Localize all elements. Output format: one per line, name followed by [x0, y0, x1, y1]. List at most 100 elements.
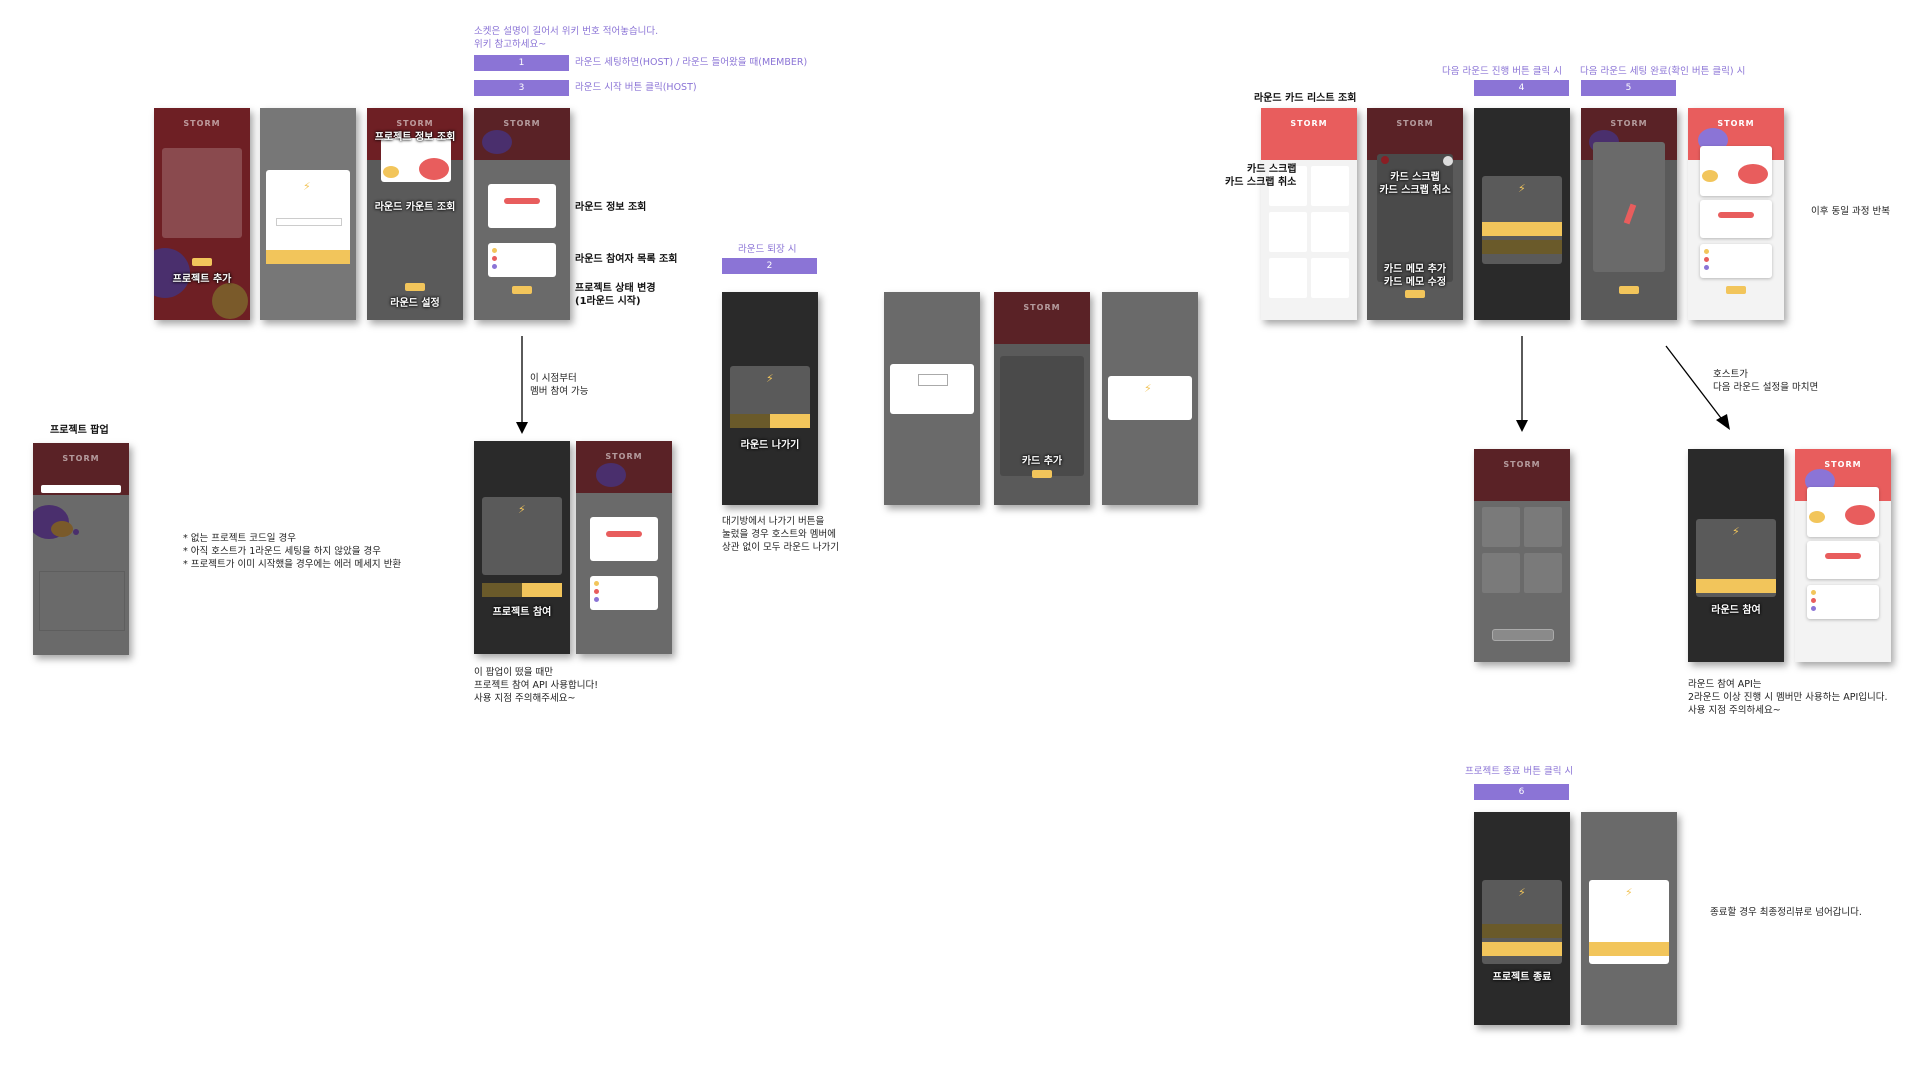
note-host-next-2: 다음 라운드 설정을 마치면	[1713, 382, 1819, 393]
label-scrap-2: 카드 스크랩 취소	[1379, 185, 1451, 196]
note-host-next-1: 호스트가	[1713, 369, 1748, 380]
bolt-icon: ⚡	[766, 372, 774, 385]
header-note-line-1: 소켓은 설명이 길어서 위키 번호 적어놓습니다.	[474, 26, 659, 37]
start-button[interactable]	[512, 286, 532, 294]
end-project-button[interactable]	[1482, 942, 1562, 956]
screen-round-waiting-member-next: STORM	[1795, 449, 1891, 662]
cancel-button[interactable]	[482, 583, 522, 597]
screen-round-waiting-next: STORM	[1688, 108, 1784, 320]
step-badge-5: 5	[1581, 80, 1676, 96]
side-label-round-info: 라운드 정보 조회	[575, 202, 647, 213]
side-label-participants: 라운드 참여자 목록 조회	[575, 254, 678, 265]
flow-arrow-down	[516, 336, 528, 434]
note-end-review: 종료할 경우 최종정리뷰로 넘어갑니다.	[1710, 907, 1862, 918]
label-round-join: 라운드 참여	[1711, 605, 1761, 616]
label-project-info: 프로젝트 정보 조회	[374, 132, 456, 143]
confirm-button[interactable]	[522, 583, 562, 597]
bolt-icon: ⚡	[1518, 886, 1526, 899]
screen-round-waiting-member: STORM	[576, 441, 672, 654]
step-title-5: 다음 라운드 세팅 완료(확인 버튼 클릭) 시	[1580, 66, 1746, 77]
step-badge-2: 2	[722, 258, 817, 274]
screen-card-add: STORM 카드 추가	[994, 292, 1090, 505]
bolt-icon: ⚡	[303, 180, 311, 193]
confirm-button[interactable]	[266, 250, 350, 264]
label-project-join: 프로젝트 참여	[492, 607, 552, 618]
note-leave-3: 상관 없이 모두 라운드 나가기	[722, 542, 839, 553]
add-button[interactable]	[192, 258, 212, 266]
confirm-button[interactable]	[1619, 286, 1639, 294]
bolt-icon: ⚡	[1732, 525, 1740, 538]
step-title-2: 라운드 퇴장 시	[738, 244, 797, 255]
screen-card-add-modal	[884, 292, 980, 505]
header-note-line-2: 위키 참고하세요~	[474, 39, 547, 50]
note-join-api-2: 프로젝트 참여 API 사용합니다!	[474, 680, 599, 691]
label-card-add: 카드 추가	[1021, 456, 1063, 467]
screen-project-add: STORM 프로젝트 추가	[154, 108, 250, 320]
step-label-3: 라운드 시작 버튼 클릭(HOST)	[575, 82, 697, 93]
confirm-button[interactable]	[1589, 942, 1669, 956]
screen-round-leave: ⚡ 라운드 나가기	[722, 292, 818, 505]
step-badge-6: 6	[1474, 784, 1569, 800]
end-project-button[interactable]	[1482, 240, 1562, 254]
note-round-join-api-2: 2라운드 이상 진행 시 멤버만 사용하는 API입니다.	[1688, 692, 1888, 703]
screen-project-end: ⚡ 프로젝트 종료	[1474, 812, 1570, 1025]
label-project-end: 프로젝트 종료	[1492, 972, 1552, 983]
note-join-api-1: 이 팝업이 떴을 때만	[474, 667, 553, 678]
toast	[1492, 629, 1554, 641]
screen-project-add-modal: ⚡	[260, 108, 356, 320]
scrap-label-left-2: 카드 스크랩 취소	[1225, 177, 1297, 188]
add-button[interactable]	[1032, 470, 1052, 478]
label-round-leave: 라운드 나가기	[740, 440, 800, 451]
label-round-setting: 라운드 설정	[390, 298, 440, 309]
label-round-count: 라운드 카운트 조회	[374, 202, 456, 213]
scrap-label-left-1: 카드 스크랩	[1247, 164, 1297, 175]
note-error-3: * 프로젝트가 이미 시작했을 경우에는 에러 메세지 반환	[183, 559, 402, 570]
side-label-status-change: 프로젝트 상태 변경	[575, 283, 656, 294]
label-project-add: 프로젝트 추가	[172, 274, 232, 285]
note-leave-2: 눌렀을 경우 호스트와 멤버에	[722, 529, 836, 540]
side-label-card-list: 라운드 카드 리스트 조회	[1254, 93, 1357, 104]
step-badge-3: 3	[474, 80, 569, 96]
step-badge-1: 1	[474, 55, 569, 71]
app-logo: STORM	[183, 119, 221, 128]
confirm-button[interactable]	[770, 414, 810, 428]
label-memo-2: 카드 메모 수정	[1383, 277, 1447, 288]
save-button[interactable]	[1405, 290, 1425, 298]
next-round-button[interactable]	[1482, 222, 1562, 236]
note-error-1: * 없는 프로젝트 코드일 경우	[183, 533, 296, 544]
note-member-join-2: 멤버 참여 가능	[530, 386, 589, 397]
note-round-join-api-1: 라운드 참여 API는	[1688, 679, 1762, 690]
screen-project-join: ⚡ 프로젝트 참여	[474, 441, 570, 654]
flow-arrow-down-next	[1516, 336, 1528, 432]
screen-next-round-setting: STORM	[1581, 108, 1677, 320]
screen-card-list: STORM	[1261, 108, 1357, 320]
screen-card-list-dimmed: STORM	[1474, 449, 1570, 662]
bolt-icon: ⚡	[1625, 886, 1633, 899]
side-label-project-popup: 프로젝트 팝업	[50, 425, 109, 436]
bolt-icon: ⚡	[518, 503, 526, 516]
join-button[interactable]	[1696, 579, 1776, 593]
cancel-button[interactable]	[730, 414, 770, 428]
project-code-input[interactable]	[41, 485, 121, 493]
confirm-button[interactable]	[405, 283, 425, 291]
screen-card-add-done: ⚡	[1102, 292, 1198, 505]
note-repeat: 이후 동일 과정 반복	[1811, 206, 1890, 217]
screen-project-info: STORM 프로젝트 정보 조회 라운드 카운트 조회 라운드 설정	[367, 108, 463, 320]
screen-project-popup: STORM	[33, 443, 129, 655]
note-error-2: * 아직 호스트가 1라운드 세팅을 하지 않았을 경우	[183, 546, 381, 557]
step-label-1: 라운드 세팅하면(HOST) / 라운드 들어왔을 때(MEMBER)	[575, 57, 808, 68]
step-title-4: 다음 라운드 진행 버튼 클릭 시	[1442, 66, 1562, 77]
close-icon[interactable]	[1443, 156, 1453, 166]
screen-round-join: ⚡ 라운드 참여	[1688, 449, 1784, 662]
note-join-api-3: 사용 지점 주의해주세요~	[474, 693, 576, 704]
note-round-join-api-3: 사용 지점 주의하세요~	[1688, 705, 1781, 716]
step-badge-4: 4	[1474, 80, 1569, 96]
side-label-status-change-sub: (1라운드 시작)	[575, 296, 641, 307]
note-leave-1: 대기방에서 나가기 버튼을	[722, 516, 825, 527]
screen-card-scrap-memo: STORM 카드 스크랩 카드 스크랩 취소 카드 메모 추가 카드 메모 수정	[1367, 108, 1463, 320]
start-button[interactable]	[1726, 286, 1746, 294]
screen-round-waiting: STORM	[474, 108, 570, 320]
step-title-6: 프로젝트 종료 버튼 클릭 시	[1465, 766, 1574, 777]
screen-next-round: ⚡	[1474, 108, 1570, 320]
bolt-icon: ⚡	[1144, 382, 1152, 395]
